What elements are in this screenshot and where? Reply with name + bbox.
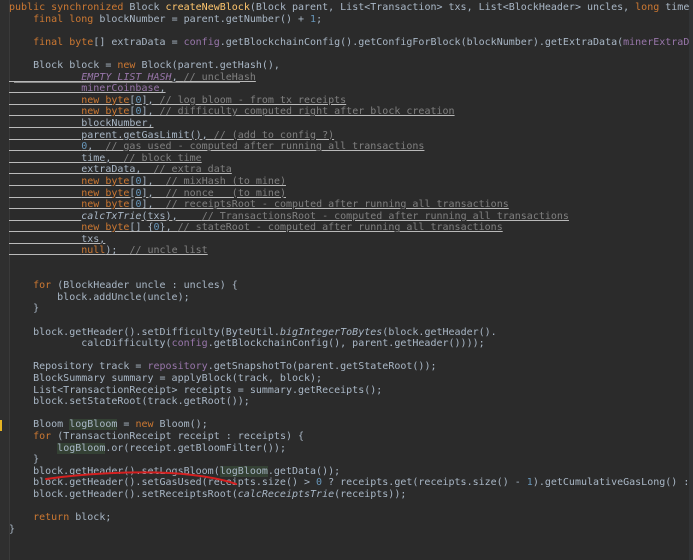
scrollbar-track[interactable]	[689, 0, 693, 560]
code-editor[interactable]: public synchronized Block createNewBlock…	[0, 0, 693, 560]
red-annotation-stroke	[45, 471, 237, 485]
